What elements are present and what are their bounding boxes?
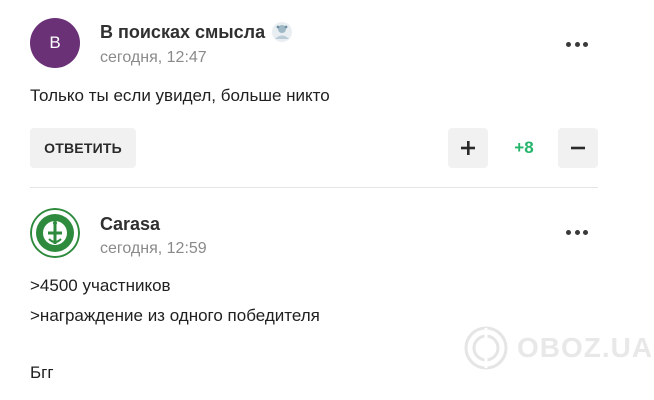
avatar[interactable]: В — [30, 18, 80, 68]
author-row: Carasa — [100, 212, 160, 236]
watermark: OBOZ.UA — [463, 325, 653, 371]
watermark-text: OBOZ.UA — [517, 332, 654, 363]
author-name[interactable]: Carasa — [100, 214, 160, 235]
vote-count: +8 — [514, 138, 534, 157]
divider — [30, 187, 598, 188]
comment-timestamp: сегодня, 12:59 — [100, 240, 207, 257]
comment-text-line: >4500 участников — [30, 276, 171, 295]
comment-text-line: >награждение из одного победителя — [30, 306, 320, 325]
more-options-icon[interactable] — [566, 40, 588, 48]
user-badge-icon — [272, 22, 293, 42]
club-logo-avatar[interactable] — [30, 208, 80, 258]
more-options-icon[interactable] — [566, 228, 588, 236]
author-name[interactable]: В поисках смысла — [100, 22, 265, 43]
watermark-logo-icon — [464, 326, 508, 370]
reply-button[interactable]: ОТВЕТИТЬ — [30, 128, 136, 168]
plus-icon — [461, 141, 475, 155]
downvote-button[interactable] — [558, 128, 598, 168]
comment-text: Только ты если увидел, больше никто — [30, 86, 330, 105]
author-row: В поисках смысла — [100, 20, 293, 44]
upvote-button[interactable] — [448, 128, 488, 168]
comment-timestamp: сегодня, 12:47 — [100, 49, 207, 66]
comment-text-line: Бгг — [30, 363, 54, 382]
minus-icon — [571, 146, 585, 150]
